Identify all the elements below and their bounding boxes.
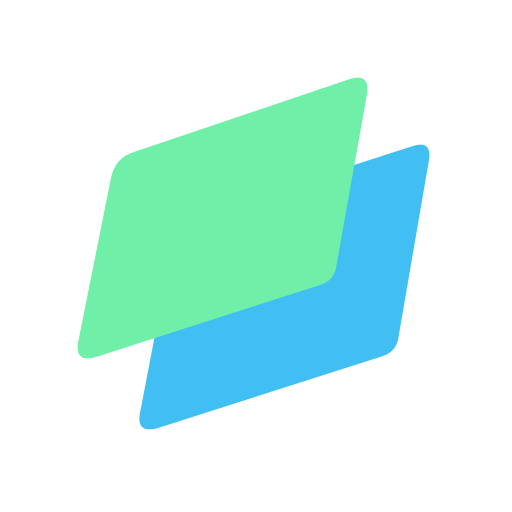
icon-canvas xyxy=(0,0,512,512)
stacked-layers-icon xyxy=(77,77,430,430)
